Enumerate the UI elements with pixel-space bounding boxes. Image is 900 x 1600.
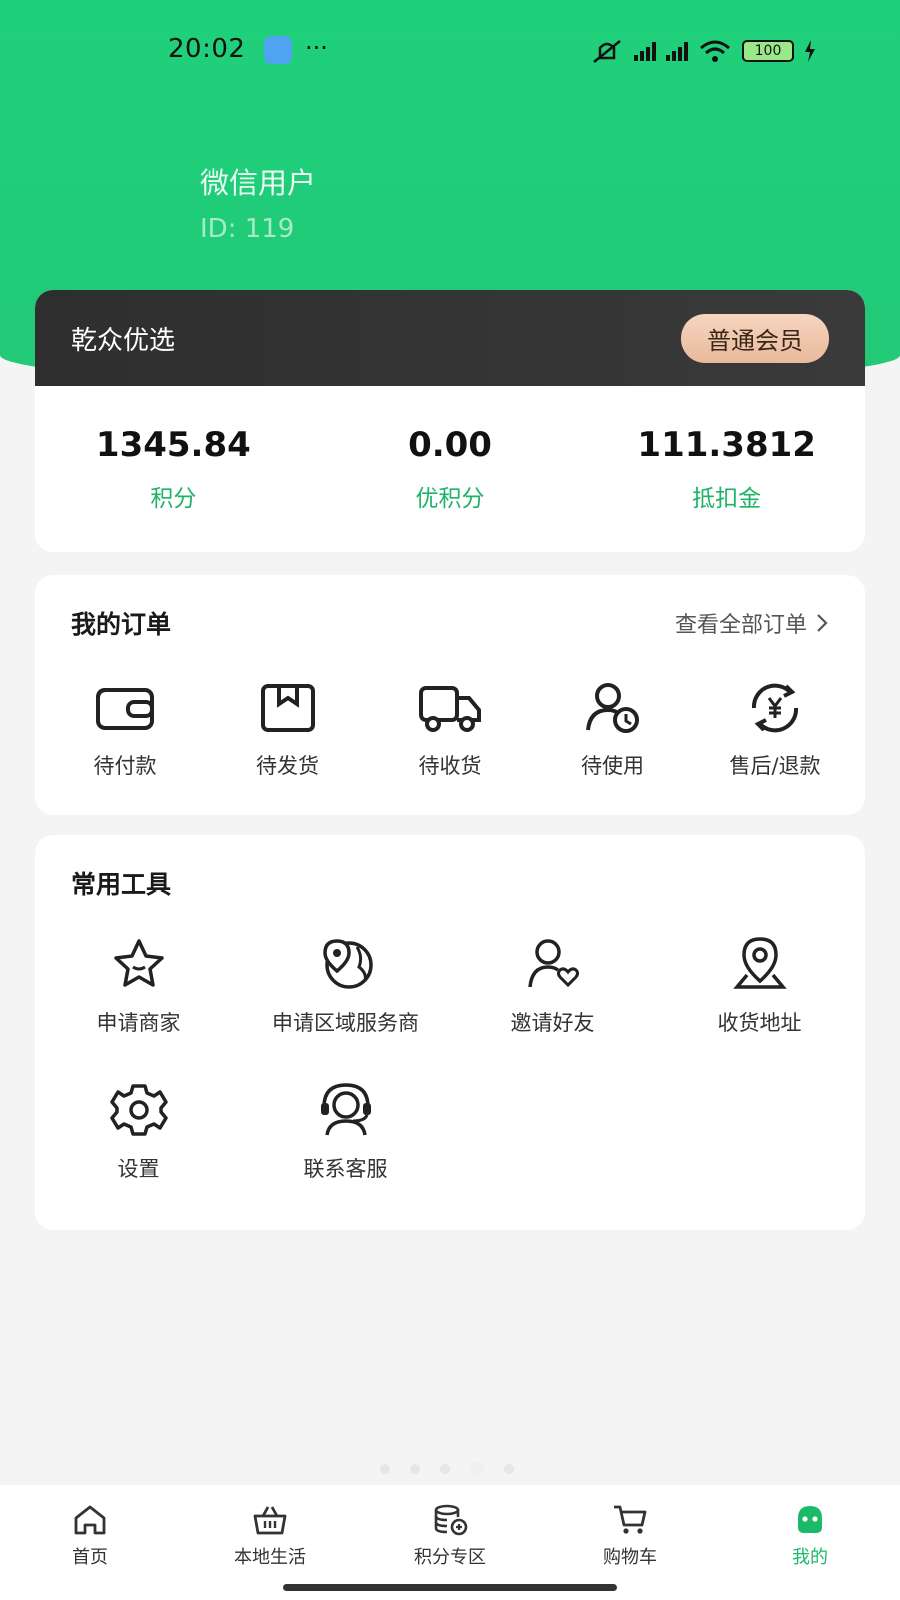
tool-label: 联系客服	[303, 1157, 388, 1181]
member-banner: 乾众优选 普通会员	[35, 290, 865, 386]
bottom-tab-bar: 首页 本地生活 积分专区 购物车 我的	[0, 1485, 900, 1600]
more-notifications-icon: ···	[305, 34, 328, 62]
user-id: ID: 119	[200, 214, 295, 244]
signal-icon	[666, 41, 688, 61]
tab-label: 我的	[792, 1547, 828, 1568]
coins-icon	[434, 1504, 468, 1536]
status-indicators: 100	[590, 36, 816, 66]
basket-icon	[253, 1506, 287, 1535]
order-pending-receipt[interactable]: 待收货	[370, 680, 530, 780]
truck-icon	[419, 686, 481, 732]
tab-cart[interactable]: 购物车	[540, 1485, 720, 1600]
battery-icon: 100	[742, 40, 794, 62]
tool-apply-merchant[interactable]: 申请商家	[35, 935, 242, 1037]
user-clock-icon	[585, 683, 639, 733]
order-item-label: 待发货	[256, 754, 319, 778]
tool-settings[interactable]: 设置	[35, 1081, 242, 1183]
tab-home[interactable]: 首页	[0, 1485, 180, 1600]
stat-label: 积分	[150, 486, 197, 512]
stat-deduction[interactable]: 111.3812 抵扣金	[588, 386, 865, 552]
page-indicator	[380, 1462, 514, 1476]
globe-pin-icon	[322, 939, 373, 989]
stat-premium-points[interactable]: 0.00 优积分	[312, 386, 589, 552]
tool-label: 申请商家	[96, 1011, 181, 1035]
tool-shipping-address[interactable]: 收货地址	[656, 935, 863, 1037]
tools-grid: 申请商家 申请区域服务商 邀请好友 收货地址 设置 联系客服	[35, 935, 865, 1183]
stat-points[interactable]: 1345.84 积分	[35, 386, 312, 552]
tool-label: 设置	[117, 1157, 160, 1181]
member-card: 乾众优选 普通会员 1345.84 积分 0.00 优积分 111.3812 抵…	[35, 290, 865, 552]
tool-contact-support[interactable]: 联系客服	[242, 1081, 449, 1183]
order-after-sales[interactable]: 售后/退款	[695, 680, 855, 780]
member-brand: 乾众优选	[71, 325, 176, 356]
tab-points-zone[interactable]: 积分专区	[360, 1485, 540, 1600]
box-icon	[260, 684, 315, 732]
stat-value: 0.00	[408, 425, 492, 465]
location-icon	[732, 937, 787, 989]
stat-value: 111.3812	[637, 425, 816, 465]
orders-card: 我的订单 查看全部订单 待付款 待发货 待收货 待使用 售后/退款	[35, 575, 865, 815]
tool-label: 邀请好友	[510, 1011, 595, 1035]
star-icon	[113, 939, 164, 987]
view-all-orders-link[interactable]: 查看全部订单	[675, 607, 829, 639]
mute-icon	[593, 40, 621, 63]
stat-value: 1345.84	[95, 425, 251, 465]
tool-label: 收货地址	[717, 1011, 802, 1035]
order-pending-shipment[interactable]: 待发货	[208, 680, 368, 780]
user-name: 微信用户	[200, 166, 317, 200]
member-level-badge[interactable]: 普通会员	[681, 313, 829, 363]
tool-apply-regional-provider[interactable]: 申请区域服务商	[242, 935, 449, 1037]
headset-icon	[320, 1083, 371, 1136]
tab-mine[interactable]: 我的	[720, 1485, 900, 1600]
wifi-icon	[700, 40, 730, 62]
chevron-right-icon	[817, 614, 828, 632]
order-item-label: 待收货	[418, 754, 482, 778]
stat-label: 优积分	[415, 486, 485, 512]
order-status-row: 待付款 待发货 待收货 待使用 售后/退款	[45, 680, 855, 780]
profile-icon	[798, 1506, 822, 1533]
signal-icon	[634, 41, 656, 61]
wallet-icon	[96, 688, 154, 730]
order-item-label: 待付款	[93, 754, 157, 778]
notification-app-icon	[264, 36, 292, 64]
order-item-label: 售后/退款	[729, 754, 821, 778]
cart-icon	[614, 1505, 647, 1534]
tab-label: 本地生活	[234, 1547, 306, 1568]
tab-label: 积分专区	[414, 1547, 486, 1568]
user-heart-icon	[527, 939, 579, 988]
refund-icon	[751, 683, 799, 733]
stat-label: 抵扣金	[692, 486, 762, 512]
gear-icon	[109, 1084, 168, 1136]
order-item-label: 待使用	[581, 754, 644, 778]
balance-stats: 1345.84 积分 0.00 优积分 111.3812 抵扣金	[35, 386, 865, 552]
tab-local-life[interactable]: 本地生活	[180, 1485, 360, 1600]
tab-label: 购物车	[603, 1547, 657, 1568]
tool-label: 申请区域服务商	[272, 1011, 419, 1035]
tab-label: 首页	[72, 1547, 108, 1568]
tool-invite-friends[interactable]: 邀请好友	[449, 935, 656, 1037]
status-time: 20:02	[168, 34, 246, 64]
home-indicator[interactable]	[283, 1584, 617, 1591]
order-pending-payment[interactable]: 待付款	[45, 680, 205, 780]
orders-title: 我的订单	[71, 610, 172, 639]
status-bar: 20:02 ··· 100	[0, 0, 900, 100]
view-all-label: 查看全部订单	[674, 613, 807, 638]
tools-title: 常用工具	[71, 870, 172, 899]
charging-icon	[805, 40, 815, 62]
tools-card: 常用工具 申请商家 申请区域服务商 邀请好友 收货地址 设置 联系客服	[35, 835, 865, 1230]
home-icon	[74, 1505, 106, 1535]
order-pending-use[interactable]: 待使用	[533, 680, 693, 780]
